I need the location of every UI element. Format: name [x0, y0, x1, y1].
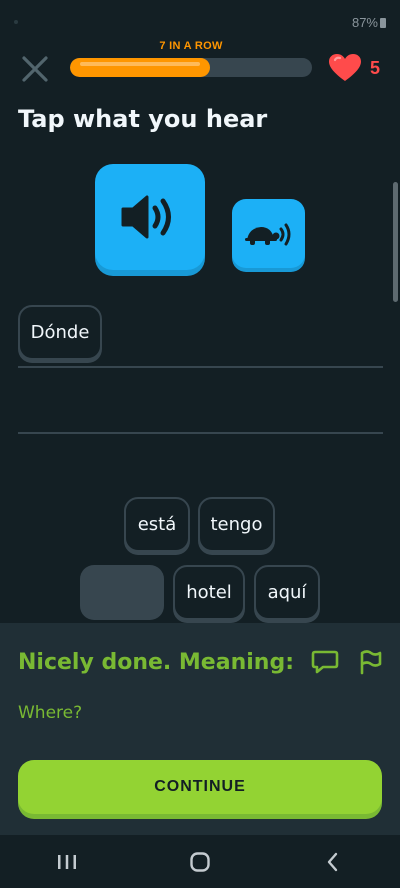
notification-dot: [14, 20, 18, 24]
back-icon: [328, 852, 338, 871]
status-bar: 87%: [0, 0, 400, 44]
hearts-counter[interactable]: 5: [328, 52, 380, 84]
feedback-panel: Nicely done. Meaning: Where? CONTINUE: [0, 623, 400, 835]
back-button[interactable]: [303, 842, 363, 882]
streak-label: 7 IN A ROW: [159, 40, 223, 52]
play-audio-button[interactable]: [95, 164, 205, 270]
comment-icon: [311, 650, 339, 674]
answer-line-2: [18, 432, 383, 434]
turtle-speaker-icon: [244, 223, 290, 245]
battery-icon: [380, 18, 386, 28]
scrollbar[interactable]: [393, 182, 398, 302]
battery-percent: 87%: [351, 15, 378, 30]
system-nav-bar: [0, 835, 400, 888]
discuss-button[interactable]: [311, 649, 339, 675]
recent-apps-button[interactable]: [37, 842, 97, 882]
word-bank-text: aquí: [267, 582, 307, 603]
answer-word-text: Dónde: [30, 322, 90, 343]
word-bank-text: está: [137, 514, 177, 535]
home-button[interactable]: [170, 842, 230, 882]
report-button[interactable]: [356, 649, 384, 675]
answer-word-chip[interactable]: Dónde: [18, 305, 102, 360]
word-bank-chip-hotel[interactable]: hotel: [173, 565, 245, 620]
word-bank-empty-slot: [80, 565, 164, 620]
word-bank-chip-aqui[interactable]: aquí: [254, 565, 320, 620]
feedback-title: Nicely done. Meaning:: [18, 650, 294, 675]
lesson-progress-bar: [70, 58, 312, 77]
word-bank-chip-tengo[interactable]: tengo: [198, 497, 275, 552]
progress-fill: [70, 58, 211, 77]
feedback-meaning: Where?: [18, 703, 83, 723]
prompt-title: Tap what you hear: [18, 105, 268, 133]
heart-icon: [329, 54, 361, 81]
home-icon: [190, 851, 210, 872]
close-button[interactable]: [18, 52, 52, 86]
word-bank-chip-esta[interactable]: está: [124, 497, 190, 552]
word-bank-text: tengo: [210, 514, 263, 535]
speaker-icon: [121, 195, 171, 239]
word-bank-text: hotel: [186, 582, 232, 603]
flag-icon: [360, 650, 382, 675]
recent-apps-icon: [57, 854, 76, 869]
battery-indicator: 87%: [352, 15, 386, 30]
close-icon: [22, 56, 48, 82]
continue-button[interactable]: CONTINUE: [18, 760, 382, 814]
play-slow-audio-button[interactable]: [232, 199, 305, 268]
answer-line-1: [18, 366, 383, 368]
hearts-count: 5: [370, 57, 381, 78]
